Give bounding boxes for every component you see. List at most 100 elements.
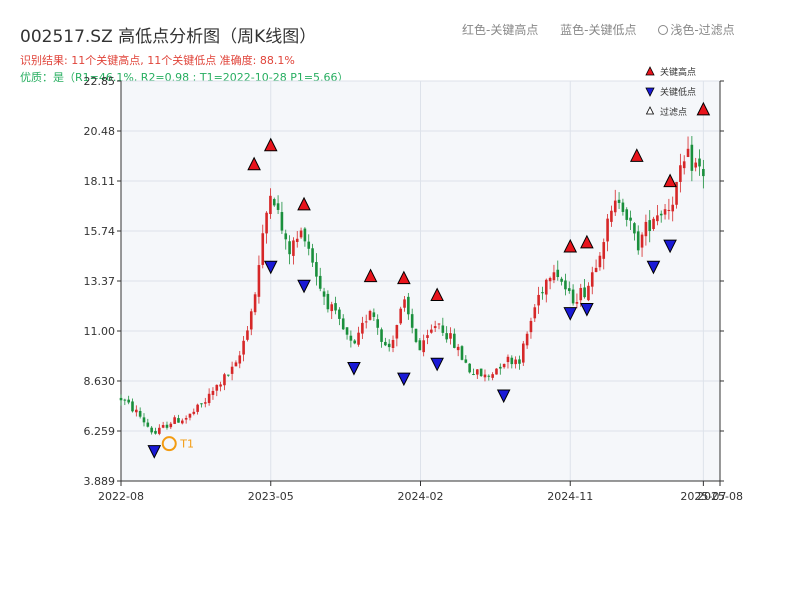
candle-body (192, 411, 196, 414)
candle-body (376, 319, 379, 328)
candle-body (437, 323, 441, 325)
y-tick-label: 20.48 (84, 125, 116, 138)
candle-body (384, 341, 387, 346)
candle-body (322, 291, 326, 297)
t1-label: T1 (179, 438, 194, 451)
candle-body (387, 343, 391, 348)
candle-body (234, 362, 238, 367)
y-tick-label: 15.74 (84, 225, 116, 238)
candle-body (533, 307, 537, 319)
candle-body (249, 311, 253, 330)
candle-body (433, 326, 437, 329)
candle-body (135, 409, 138, 413)
candle-body (280, 212, 284, 231)
candle-body (177, 418, 180, 423)
y-tick-label: 18.11 (84, 175, 116, 188)
candle-body (521, 343, 525, 363)
candle-body (203, 402, 207, 404)
candle-body (621, 202, 625, 212)
candle-body (207, 393, 211, 404)
candle-body (613, 200, 617, 213)
candle-body (659, 213, 663, 216)
candle-body (548, 277, 552, 282)
candle-body (169, 423, 173, 428)
candle-body (587, 285, 590, 301)
candle-body (253, 294, 257, 313)
y-tick-label: 3.889 (84, 475, 116, 488)
candle-body (276, 203, 280, 210)
candle-body (483, 374, 487, 378)
candle-body (372, 312, 376, 317)
candle-body (299, 230, 303, 238)
candle-body (292, 240, 295, 256)
candle-body (525, 333, 529, 346)
candle-body (173, 417, 176, 424)
candle-body (284, 233, 288, 240)
candle-body (453, 333, 456, 348)
y-tick-label: 22.85 (84, 75, 116, 88)
candle-body (510, 357, 514, 365)
candle-body (556, 269, 560, 278)
candle-body (311, 248, 314, 263)
candle-body (223, 374, 226, 386)
candle-body (644, 221, 648, 237)
candle-body (361, 322, 364, 334)
candle-body (380, 329, 383, 342)
candle-body (318, 275, 322, 289)
candle-body (590, 272, 594, 287)
candle-body (368, 310, 372, 320)
candle-body (261, 233, 265, 265)
candle-body (142, 417, 146, 423)
candle-body (541, 292, 544, 294)
candle-body (269, 195, 272, 215)
candle-body (617, 199, 621, 203)
candle-body (131, 401, 134, 412)
candle-body (560, 278, 563, 282)
candle-body (338, 309, 341, 319)
candle-body (430, 329, 433, 333)
candle-body (625, 209, 629, 220)
candle-body (441, 325, 445, 333)
candle-body (690, 144, 694, 171)
candle-body (606, 218, 609, 242)
candle-body (307, 241, 311, 249)
candle-body (633, 223, 636, 234)
candle-body (119, 397, 123, 401)
candle-body (449, 333, 452, 339)
candle-body (272, 199, 276, 206)
legend-high-icon (645, 66, 655, 76)
legend-high-label: 关键高点 (660, 66, 696, 78)
candle-body (598, 255, 602, 268)
candle-body (345, 327, 349, 335)
candle-body (211, 390, 215, 395)
candle-body (353, 340, 357, 344)
candle-body (682, 161, 686, 169)
candle-body (656, 215, 659, 222)
candle-body (686, 148, 690, 157)
candle-body (579, 287, 583, 301)
candle-body (364, 321, 368, 323)
x-tick-label: 2024-02 (398, 490, 444, 503)
candle-body (181, 420, 184, 424)
candle-body (215, 384, 219, 391)
candle-body (575, 302, 579, 304)
candle-body (410, 314, 414, 328)
candle-body (219, 384, 222, 387)
candle-body (679, 165, 682, 182)
candle-body (502, 363, 506, 368)
candle-body (663, 209, 667, 215)
candle-body (146, 422, 150, 427)
candle-body (594, 267, 598, 273)
candle-body (242, 340, 245, 355)
candle-body (303, 228, 307, 242)
candle-body (357, 332, 360, 345)
candle-body (188, 413, 192, 418)
candle-body (479, 368, 483, 377)
candle-body (652, 218, 655, 230)
candle-body (422, 340, 425, 353)
candle-body (334, 303, 337, 311)
candle-body (127, 399, 130, 403)
candle-body (161, 425, 165, 428)
candle-body (514, 359, 517, 365)
candle-body (702, 168, 705, 177)
